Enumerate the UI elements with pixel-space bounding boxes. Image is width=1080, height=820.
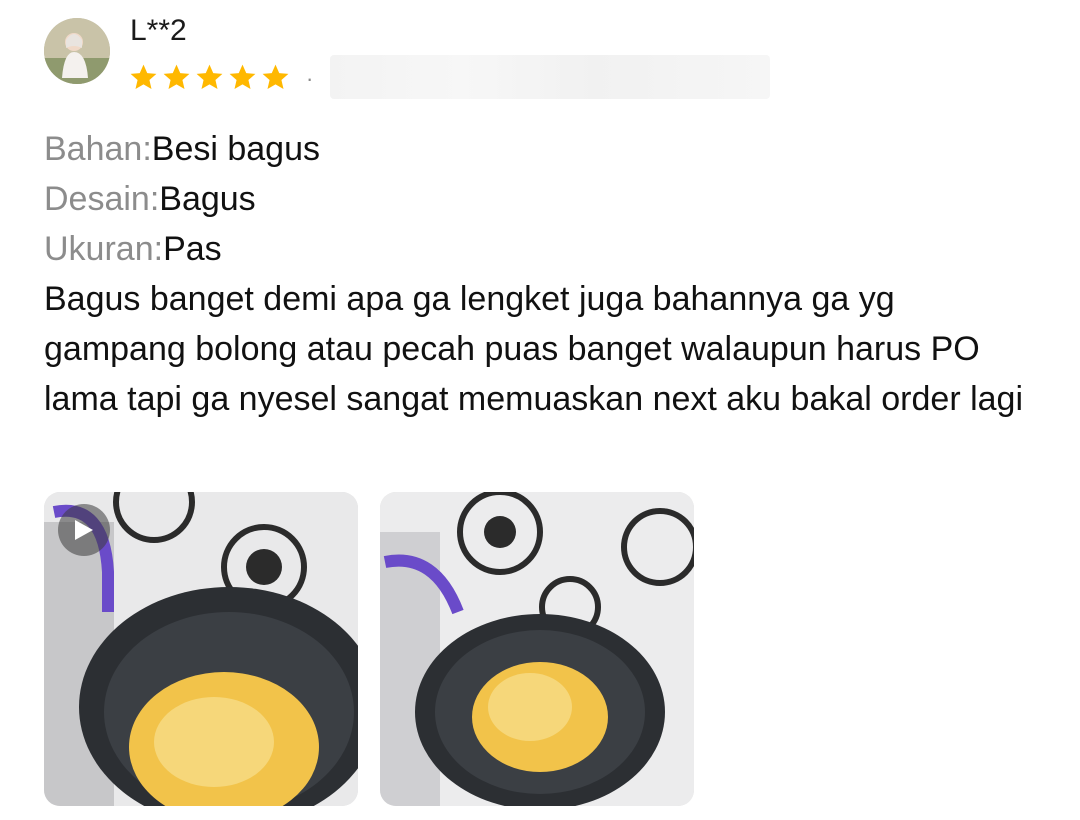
attribute-label: Ukuran:	[44, 230, 164, 268]
attribute-value: Pas	[163, 230, 222, 268]
attribute-value: Besi bagus	[151, 130, 320, 168]
star-icon	[130, 64, 157, 89]
reviewer-avatar[interactable]	[44, 18, 110, 84]
review-content: Bahan:Besi bagus Desain:Bagus Ukuran:Pas…	[44, 124, 1044, 424]
review-photo[interactable]	[380, 492, 694, 806]
review-text: Bagus banget demi apa ga lengket juga ba…	[44, 280, 1024, 418]
attribute-label: Bahan:	[44, 130, 152, 168]
attribute-row-material: Bahan:Besi bagus	[44, 124, 1044, 174]
attribute-label: Desain:	[44, 180, 160, 218]
redacted-meta	[330, 55, 770, 99]
play-icon[interactable]	[58, 504, 110, 556]
attribute-row-design: Desain:Bagus	[44, 174, 1044, 224]
star-icon	[262, 64, 289, 89]
meta-separator: ·	[306, 66, 314, 91]
rating-stars	[128, 62, 291, 93]
attribute-value: Bagus	[159, 180, 256, 218]
star-icon	[229, 64, 256, 89]
star-icon	[163, 64, 190, 89]
reviewer-name: L**2	[130, 14, 187, 47]
star-icon	[196, 64, 223, 89]
review-media	[44, 492, 694, 806]
attribute-row-size: Ukuran:Pas	[44, 224, 1044, 274]
review-video-thumbnail[interactable]	[44, 492, 358, 806]
